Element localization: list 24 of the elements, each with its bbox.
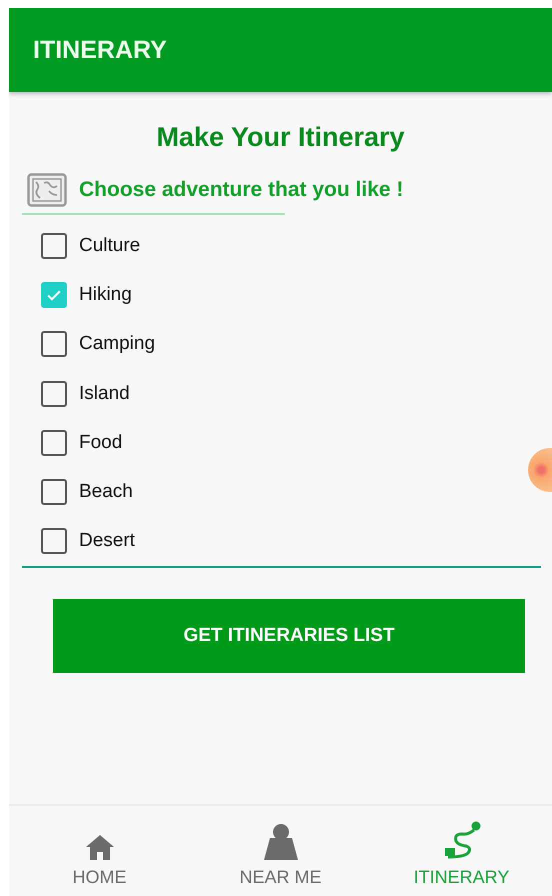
map-icon (27, 173, 67, 207)
nav-tab[interactable]: ITINERARY (386, 821, 536, 888)
option-label: Hiking (79, 284, 132, 306)
checkbox[interactable] (41, 528, 67, 554)
checkbox[interactable] (41, 282, 67, 308)
checkbox[interactable] (41, 380, 67, 407)
home-icon (84, 833, 114, 861)
get-itineraries-button[interactable]: GET ITINERARIES LIST (53, 599, 525, 674)
page-heading: Make Your Itinerary (156, 122, 405, 153)
nav-tab[interactable]: NEAR ME (206, 823, 356, 888)
checkbox[interactable] (41, 232, 67, 259)
app-bar-title: ITINERARY (33, 36, 167, 64)
checkbox[interactable] (41, 479, 67, 506)
nav-tab[interactable]: HOME (24, 833, 174, 888)
option-label: Beach (79, 481, 133, 504)
option-label: Camping (79, 333, 156, 356)
option-label: Island (79, 382, 130, 405)
option-label: Food (79, 432, 122, 454)
section-subheading: Choose adventure that you like ! (79, 178, 404, 202)
option-label: Desert (79, 530, 135, 552)
person-icon (262, 823, 300, 861)
checkbox[interactable] (41, 331, 67, 358)
option-label: Culture (79, 234, 140, 257)
checkbox[interactable] (41, 430, 67, 456)
